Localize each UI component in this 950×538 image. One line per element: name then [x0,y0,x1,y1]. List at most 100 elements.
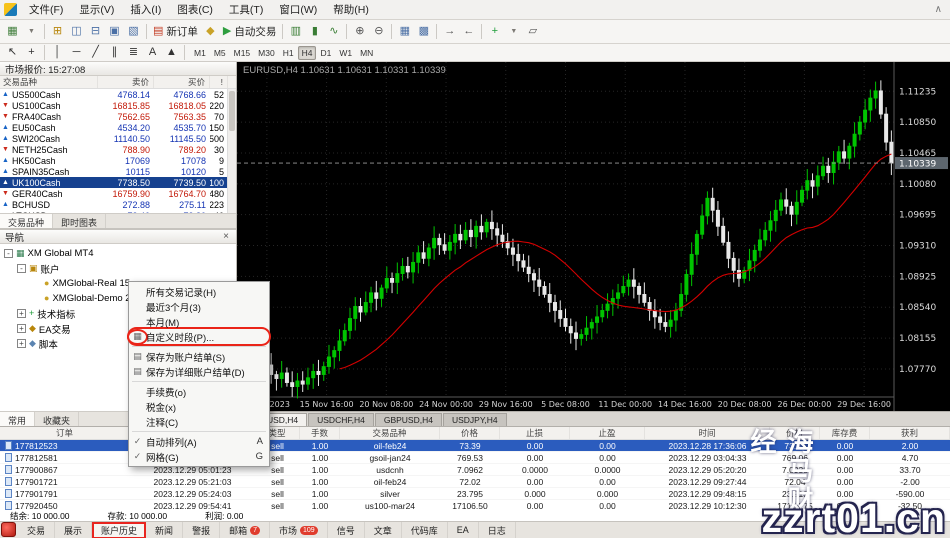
custom-period[interactable]: ▦自定义时段(P)... [129,329,269,344]
row-ltcusd[interactable]: ▲LTCUSD73.4073.8040 [0,210,236,213]
menu-help[interactable]: 帮助(H) [325,0,377,20]
tab-tick-charts[interactable]: 即时图表 [53,214,106,228]
grid[interactable]: ✓网格(G)G [129,449,269,464]
last-3-months[interactable]: 最近3个月(3) [129,299,269,314]
row-spain35cash[interactable]: ▲SPAIN35Cash10115101205 [0,166,236,177]
platform-root[interactable]: -▦XM Global MT4 [0,246,236,261]
trendline-icon[interactable]: ╱ [86,43,105,62]
row-neth25cash[interactable]: ▼NETH25Cash788.90789.2030 [0,144,236,155]
row-eu50cash[interactable]: ▲EU50Cash4534.204535.70150 [0,122,236,133]
row-swi20cash[interactable]: ▲SWI20Cash11140.5011145.50500 [0,133,236,144]
tab-journal[interactable]: 日志 [479,522,516,538]
history-column-10[interactable]: 库存费 [820,427,870,439]
last-month[interactable]: 本月(M) [129,314,269,329]
expand-icon[interactable]: + [17,309,26,318]
all-history[interactable]: 所有交易记录(H) [129,284,269,299]
accounts-group[interactable]: -▣账户 [0,261,236,276]
tile-windows-icon[interactable]: ▦ [395,22,414,41]
new-order-button[interactable]: ▤新订单 [150,22,201,41]
timeframe-m1[interactable]: M1 [190,46,210,60]
autotrading-button[interactable]: ▶自动交易 [220,22,279,41]
market-watch-column-3[interactable]: ! [210,76,228,88]
auto-arrange[interactable]: ✓自动排列(A)A [129,434,269,449]
line-chart-icon[interactable]: ∿ [324,22,343,41]
market-watch-scrollbar[interactable] [227,89,236,213]
history-column-11[interactable]: 获利 [870,427,950,439]
market-watch-column-2[interactable]: 买价 [154,76,210,88]
text-label-icon[interactable]: A [143,43,162,62]
save-as-detailed-report[interactable]: ▤保存为详细账户结单(D) [129,364,269,379]
chart-shift-icon[interactable]: ← [459,22,478,41]
save-as-report[interactable]: ▤保存为账户结单(S) [129,349,269,364]
timeframe-mn[interactable]: MN [356,46,377,60]
collapse-icon[interactable]: - [4,249,13,258]
tab-mailbox[interactable]: 邮箱7 [220,522,270,538]
strategy-tester-icon[interactable]: ▧ [124,22,143,41]
horizontal-line-icon[interactable]: ─ [67,43,86,62]
market-watch-column-1[interactable]: 卖价 [98,76,154,88]
expand-icon[interactable]: + [17,324,26,333]
tab-code-base[interactable]: 代码库 [402,522,448,538]
timeframe-m15[interactable]: M15 [230,46,255,60]
tab-common[interactable]: 常用 [0,412,35,426]
comments[interactable]: 注释(C) [129,414,269,429]
zoom-in-icon[interactable]: ⊕ [350,22,369,41]
tab-signals[interactable]: 信号 [328,522,365,538]
history-column-7[interactable]: 止盈 [570,427,645,439]
new-chart-icon[interactable]: ▦ [3,22,22,41]
auto-scroll-icon[interactable]: → [440,22,459,41]
tab-exposure[interactable]: 展示 [55,522,92,538]
scrollbar-thumb[interactable] [229,91,235,131]
history-column-3[interactable]: 手数 [300,427,340,439]
history-column-4[interactable]: 交易品种 [340,427,440,439]
row-us100cash[interactable]: ▼US100Cash16815.8516818.05220 [0,100,236,111]
timeframe-m30[interactable]: M30 [254,46,279,60]
terminal-icon[interactable]: ▣ [105,22,124,41]
row-ger40cash[interactable]: ▼GER40Cash16759.9016764.70480 [0,188,236,199]
timeframe-w1[interactable]: W1 [335,46,356,60]
tab-favorites[interactable]: 收藏夹 [35,412,79,426]
bar-chart-icon[interactable]: ▥ [286,22,305,41]
templates-icon[interactable]: ▱ [523,22,542,41]
tab-market[interactable]: 市场109 [270,522,328,538]
chart-canvas[interactable]: EURUSD,H4 1.10631 1.10631 1.10331 1.1033… [237,62,950,411]
navigator-icon[interactable]: ⊟ [86,22,105,41]
arrows-icon[interactable]: ▲ [162,43,181,62]
tab-news[interactable]: 新闻 [146,522,183,538]
row-hk50cash[interactable]: ▲HK50Cash17069170789 [0,155,236,166]
row-uk100cash[interactable]: ▲UK100Cash7738.507739.50100 [0,177,236,188]
row-fra40cash[interactable]: ▼FRA40Cash7562.657563.3570 [0,111,236,122]
candlestick-chart-icon[interactable]: ▮ [305,22,324,41]
market-watch-icon[interactable]: ⊞ [48,22,67,41]
cascade-windows-icon[interactable]: ▩ [414,22,433,41]
history-column-5[interactable]: 价格 [440,427,500,439]
menu-view[interactable]: 显示(V) [71,0,122,20]
fibonacci-icon[interactable]: ≣ [124,43,143,62]
history-column-0[interactable]: 订单 [0,427,130,439]
cursor-icon[interactable]: ↖ [3,43,22,62]
collapse-icon[interactable]: - [17,264,26,273]
timeframes-dropdown-icon[interactable]: ▼ [504,22,523,41]
close-icon[interactable]: × [221,231,231,242]
data-window-icon[interactable]: ◫ [67,22,86,41]
timeframe-h1[interactable]: H1 [279,46,298,60]
menu-insert[interactable]: 插入(I) [122,0,169,20]
row-bchusd[interactable]: ▲BCHUSD272.88275.11223 [0,199,236,210]
timeframe-m5[interactable]: M5 [210,46,230,60]
indicators-icon[interactable]: + [485,22,504,41]
menu-window[interactable]: 窗口(W) [271,0,325,20]
tab-alerts[interactable]: 警报 [183,522,220,538]
channel-icon[interactable]: ∥ [105,43,124,62]
metaeditor-icon[interactable]: ◆ [201,22,220,41]
chart-tab-usdchf[interactable]: USDCHF,H4 [308,413,374,426]
vertical-line-icon[interactable]: │ [48,43,67,62]
commissions[interactable]: 手续费(o) [129,384,269,399]
taxes[interactable]: 税金(x) [129,399,269,414]
expand-icon[interactable]: + [17,339,26,348]
menu-file[interactable]: 文件(F) [21,0,71,20]
tab-experts[interactable]: EA [448,522,479,538]
market-watch-column-0[interactable]: 交易品种 [0,76,98,88]
profiles-icon[interactable]: ▼ [22,22,41,41]
tab-account-history[interactable]: 账户历史 [92,522,146,538]
zoom-out-icon[interactable]: ⊖ [369,22,388,41]
